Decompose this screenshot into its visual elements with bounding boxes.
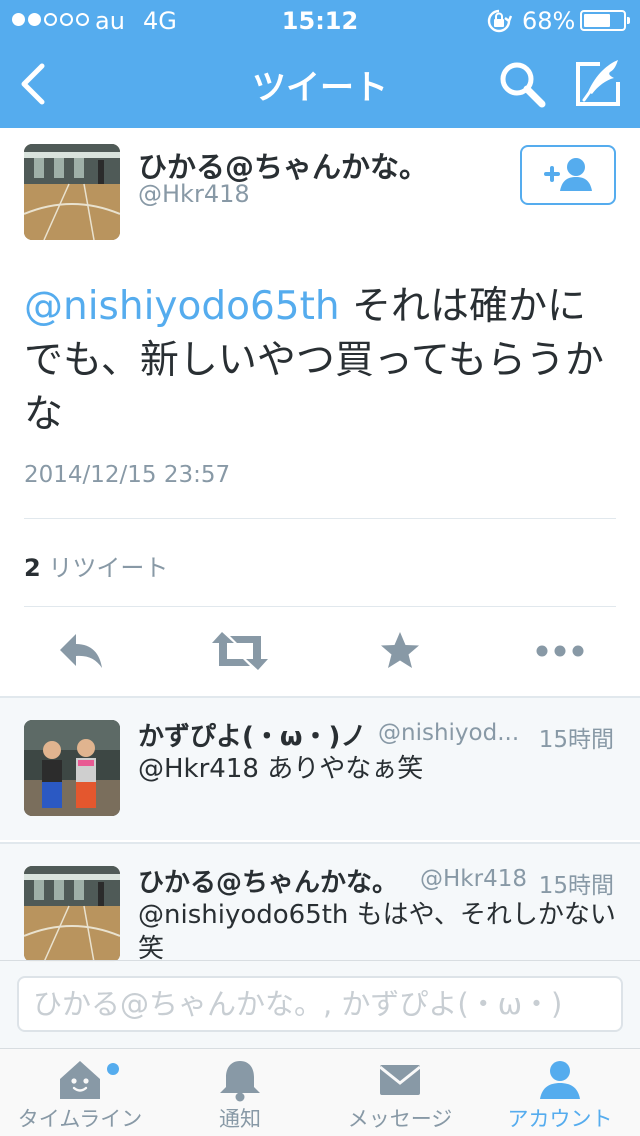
avatar[interactable] bbox=[24, 720, 120, 816]
home-icon bbox=[60, 1061, 100, 1099]
tab-label: 通知 bbox=[219, 1107, 261, 1131]
tab-label: タイムライン bbox=[17, 1107, 143, 1131]
avatar[interactable] bbox=[24, 144, 120, 240]
reply-time: 15時間 bbox=[538, 727, 614, 753]
retweet-label: リツイート bbox=[48, 554, 169, 582]
author-handle[interactable]: @Hkr418 bbox=[138, 180, 250, 208]
rotation-lock-icon bbox=[487, 9, 512, 33]
tab-account[interactable]: アカウント bbox=[480, 1049, 640, 1136]
gym-photo-icon bbox=[24, 144, 120, 240]
divider bbox=[24, 606, 616, 607]
more-icon[interactable] bbox=[534, 626, 586, 676]
tab-notifications[interactable]: 通知 bbox=[160, 1049, 320, 1136]
retweet-count: 2 bbox=[24, 554, 41, 582]
search-icon[interactable] bbox=[496, 58, 548, 110]
reply-author-name[interactable]: ひかる@ちゃんかな。 bbox=[138, 862, 398, 899]
reply-author-handle[interactable]: @Hkr418 bbox=[420, 866, 527, 892]
reply-icon[interactable] bbox=[56, 626, 106, 676]
retweet-icon[interactable] bbox=[210, 626, 270, 676]
envelope-icon bbox=[379, 1065, 421, 1095]
reply-composer bbox=[0, 960, 640, 1048]
tweet-timestamp: 2014/12/15 23:57 bbox=[24, 462, 231, 488]
star-icon[interactable] bbox=[378, 626, 422, 676]
follow-button[interactable] bbox=[520, 145, 616, 205]
list-item[interactable]: かずぴよ(・ω・)ノ @nishiyod... 15時間 @Hkr418 ありや… bbox=[0, 696, 640, 840]
tab-messages[interactable]: メッセージ bbox=[320, 1049, 480, 1136]
reply-author-handle[interactable]: @nishiyod... bbox=[378, 720, 519, 746]
battery-icon bbox=[580, 10, 630, 31]
unread-indicator bbox=[107, 1063, 119, 1075]
reply-time: 15時間 bbox=[538, 873, 614, 899]
bell-icon bbox=[220, 1061, 260, 1102]
battery-level bbox=[584, 14, 610, 27]
reply-author-name[interactable]: かずぴよ(・ω・)ノ bbox=[138, 716, 366, 753]
navigation-bar: ツイート bbox=[0, 40, 640, 128]
tweet-text: @nishiyodo65th それは確かに でも、新しいやつ買ってもらうかな bbox=[24, 280, 616, 442]
mention-link[interactable]: @nishiyodo65th bbox=[24, 284, 340, 329]
compose-icon[interactable] bbox=[570, 56, 626, 112]
reply-text: @nishiyodo65th もはや、それしかない笑 bbox=[138, 900, 616, 964]
reply-text: @Hkr418 ありやなぁ笑 bbox=[138, 754, 424, 784]
battery-percent: 68% bbox=[522, 7, 576, 35]
people-photo-icon bbox=[24, 720, 120, 816]
add-user-icon bbox=[544, 158, 592, 191]
retweet-count-row[interactable]: 2 リツイート bbox=[24, 548, 168, 583]
person-icon bbox=[540, 1061, 580, 1099]
tab-bar: タイムライン 通知 メッセージ アカウント bbox=[0, 1048, 640, 1136]
gym-photo-icon bbox=[24, 866, 120, 962]
top-bar: au 4G 15:12 68% ツイート bbox=[0, 0, 640, 128]
divider bbox=[24, 518, 616, 519]
tab-label: メッセージ bbox=[347, 1107, 453, 1131]
status-bar: au 4G 15:12 68% bbox=[0, 0, 640, 40]
reply-input[interactable] bbox=[17, 976, 623, 1032]
avatar[interactable] bbox=[24, 866, 120, 962]
tab-timeline[interactable]: タイムライン bbox=[0, 1049, 160, 1136]
tweet-detail: ひかる@ちゃんかな。 @Hkr418 @nishiyodo65th それは確かに… bbox=[0, 128, 640, 696]
tab-label: アカウント bbox=[507, 1107, 613, 1131]
